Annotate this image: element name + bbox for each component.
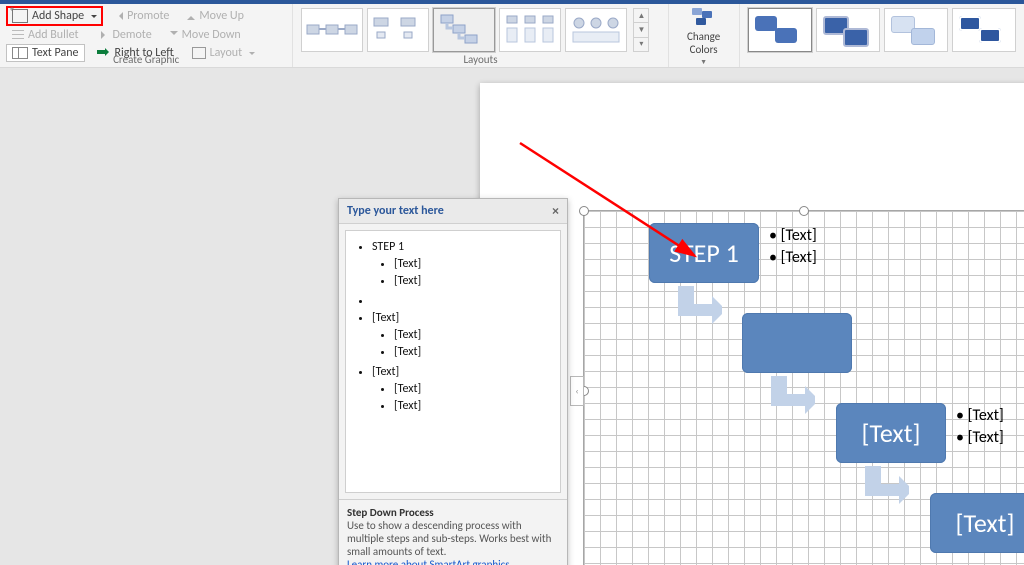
resize-handle[interactable]: [799, 206, 809, 216]
ribbon: Add Shape Promote Move Up Add Bullet Dem…: [0, 4, 1024, 68]
smartart-bullets-3[interactable]: [Text] [Text]: [956, 405, 1004, 449]
add-bullet-button[interactable]: Add Bullet: [6, 26, 85, 44]
change-colors-icon: [692, 8, 716, 28]
smartart-node-4[interactable]: [Text]: [930, 493, 1024, 553]
add-shape-icon: [12, 9, 28, 23]
layouts-more-button[interactable]: ▲▼▾: [633, 8, 649, 52]
add-bullet-label: Add Bullet: [28, 28, 79, 42]
text-pane-title: Type your text here: [347, 204, 444, 218]
bullet-text: [Text]: [956, 427, 1004, 449]
smartart-canvas[interactable]: ‹ STEP 1 [Text] [Text] [Text] [Text] [Te…: [583, 210, 1024, 565]
move-up-icon: [187, 12, 195, 20]
layout-option-1[interactable]: [301, 8, 363, 52]
group-create-graphic: Add Shape Promote Move Up Add Bullet Dem…: [0, 4, 293, 67]
promote-button[interactable]: Promote: [109, 7, 175, 25]
text-pane-item[interactable]: [Text]: [372, 311, 554, 325]
text-pane-subitem[interactable]: [Text]: [394, 345, 554, 359]
style-option-1-selected[interactable]: [748, 8, 812, 52]
group-smartart-styles: [740, 4, 1024, 67]
text-pane-subitem[interactable]: [Text]: [394, 399, 554, 413]
move-down-label: Move Down: [182, 28, 241, 42]
workspace: ‹ STEP 1 [Text] [Text] [Text] [Text] [Te…: [0, 68, 1024, 565]
smartart-node-4-text: [Text]: [956, 507, 1015, 539]
text-pane-expand-handle[interactable]: ‹: [570, 376, 584, 406]
smartart-arrow-3-4: [861, 466, 909, 514]
text-pane-footer-name: Step Down Process: [347, 506, 559, 519]
move-up-button[interactable]: Move Up: [181, 7, 250, 25]
text-pane-learn-more-link[interactable]: Learn more about SmartArt graphics: [347, 558, 510, 565]
smartart-node-3[interactable]: [Text]: [836, 403, 946, 463]
change-colors-button[interactable]: Change Colors ▼: [675, 6, 733, 68]
add-shape-label: Add Shape: [32, 9, 84, 23]
smartart-arrow-1-2: [674, 286, 722, 334]
layout-option-5[interactable]: [565, 8, 627, 52]
text-pane-footer: Step Down Process Use to show a descendi…: [339, 499, 567, 565]
bullet-text: [Text]: [769, 247, 817, 269]
demote-button[interactable]: Demote: [95, 26, 158, 44]
smartart-node-1-text: STEP 1: [669, 237, 739, 269]
layout-option-4[interactable]: [499, 8, 561, 52]
smartart-bullets-1[interactable]: [Text] [Text]: [769, 225, 817, 269]
smartart-node-3-text: [Text]: [862, 417, 921, 449]
bullet-text: [Text]: [769, 225, 817, 247]
group-label-create-graphic: Create Graphic: [0, 53, 292, 66]
style-option-4[interactable]: [952, 8, 1016, 52]
move-down-button[interactable]: Move Down: [164, 26, 247, 44]
add-shape-button[interactable]: Add Shape: [6, 6, 103, 26]
smartart-node-1[interactable]: STEP 1: [649, 223, 759, 283]
text-pane-subitem[interactable]: [Text]: [394, 328, 554, 342]
layout-option-3-selected[interactable]: [433, 8, 495, 52]
bullet-text: [Text]: [956, 405, 1004, 427]
text-pane-footer-desc: Use to show a descending process with mu…: [347, 519, 559, 558]
text-pane-item[interactable]: [Text]: [372, 365, 554, 379]
move-up-label: Move Up: [199, 9, 244, 23]
text-pane-subitem[interactable]: [Text]: [394, 257, 554, 271]
add-bullet-icon: [12, 30, 24, 40]
text-pane-item[interactable]: [372, 294, 554, 308]
group-label-layouts: Layouts: [293, 53, 667, 66]
style-option-3[interactable]: [884, 8, 948, 52]
move-down-icon: [170, 31, 178, 39]
layout-option-2[interactable]: [367, 8, 429, 52]
group-layouts: ▲▼▾ Layouts: [293, 4, 668, 67]
text-pane-body[interactable]: STEP 1 [Text] [Text] [Text] [Text] [Text] [Tex…: [345, 230, 561, 493]
smartart-arrow-2-3: [767, 376, 815, 424]
promote-icon: [115, 12, 123, 20]
style-option-2[interactable]: [816, 8, 880, 52]
change-colors-label: Change Colors: [687, 30, 720, 56]
text-pane-close-button[interactable]: ×: [552, 204, 559, 218]
demote-label: Demote: [113, 28, 152, 42]
text-pane-subitem[interactable]: [Text]: [394, 274, 554, 288]
smartart-node-2[interactable]: [742, 313, 852, 373]
text-pane-panel[interactable]: Type your text here × STEP 1 [Text] [Text]…: [338, 198, 568, 565]
demote-icon: [101, 31, 109, 39]
text-pane-subitem[interactable]: [Text]: [394, 382, 554, 396]
promote-label: Promote: [127, 9, 169, 23]
text-pane-item[interactable]: STEP 1: [372, 240, 554, 254]
group-change-colors: Change Colors ▼: [669, 4, 740, 67]
resize-handle[interactable]: [579, 206, 589, 216]
